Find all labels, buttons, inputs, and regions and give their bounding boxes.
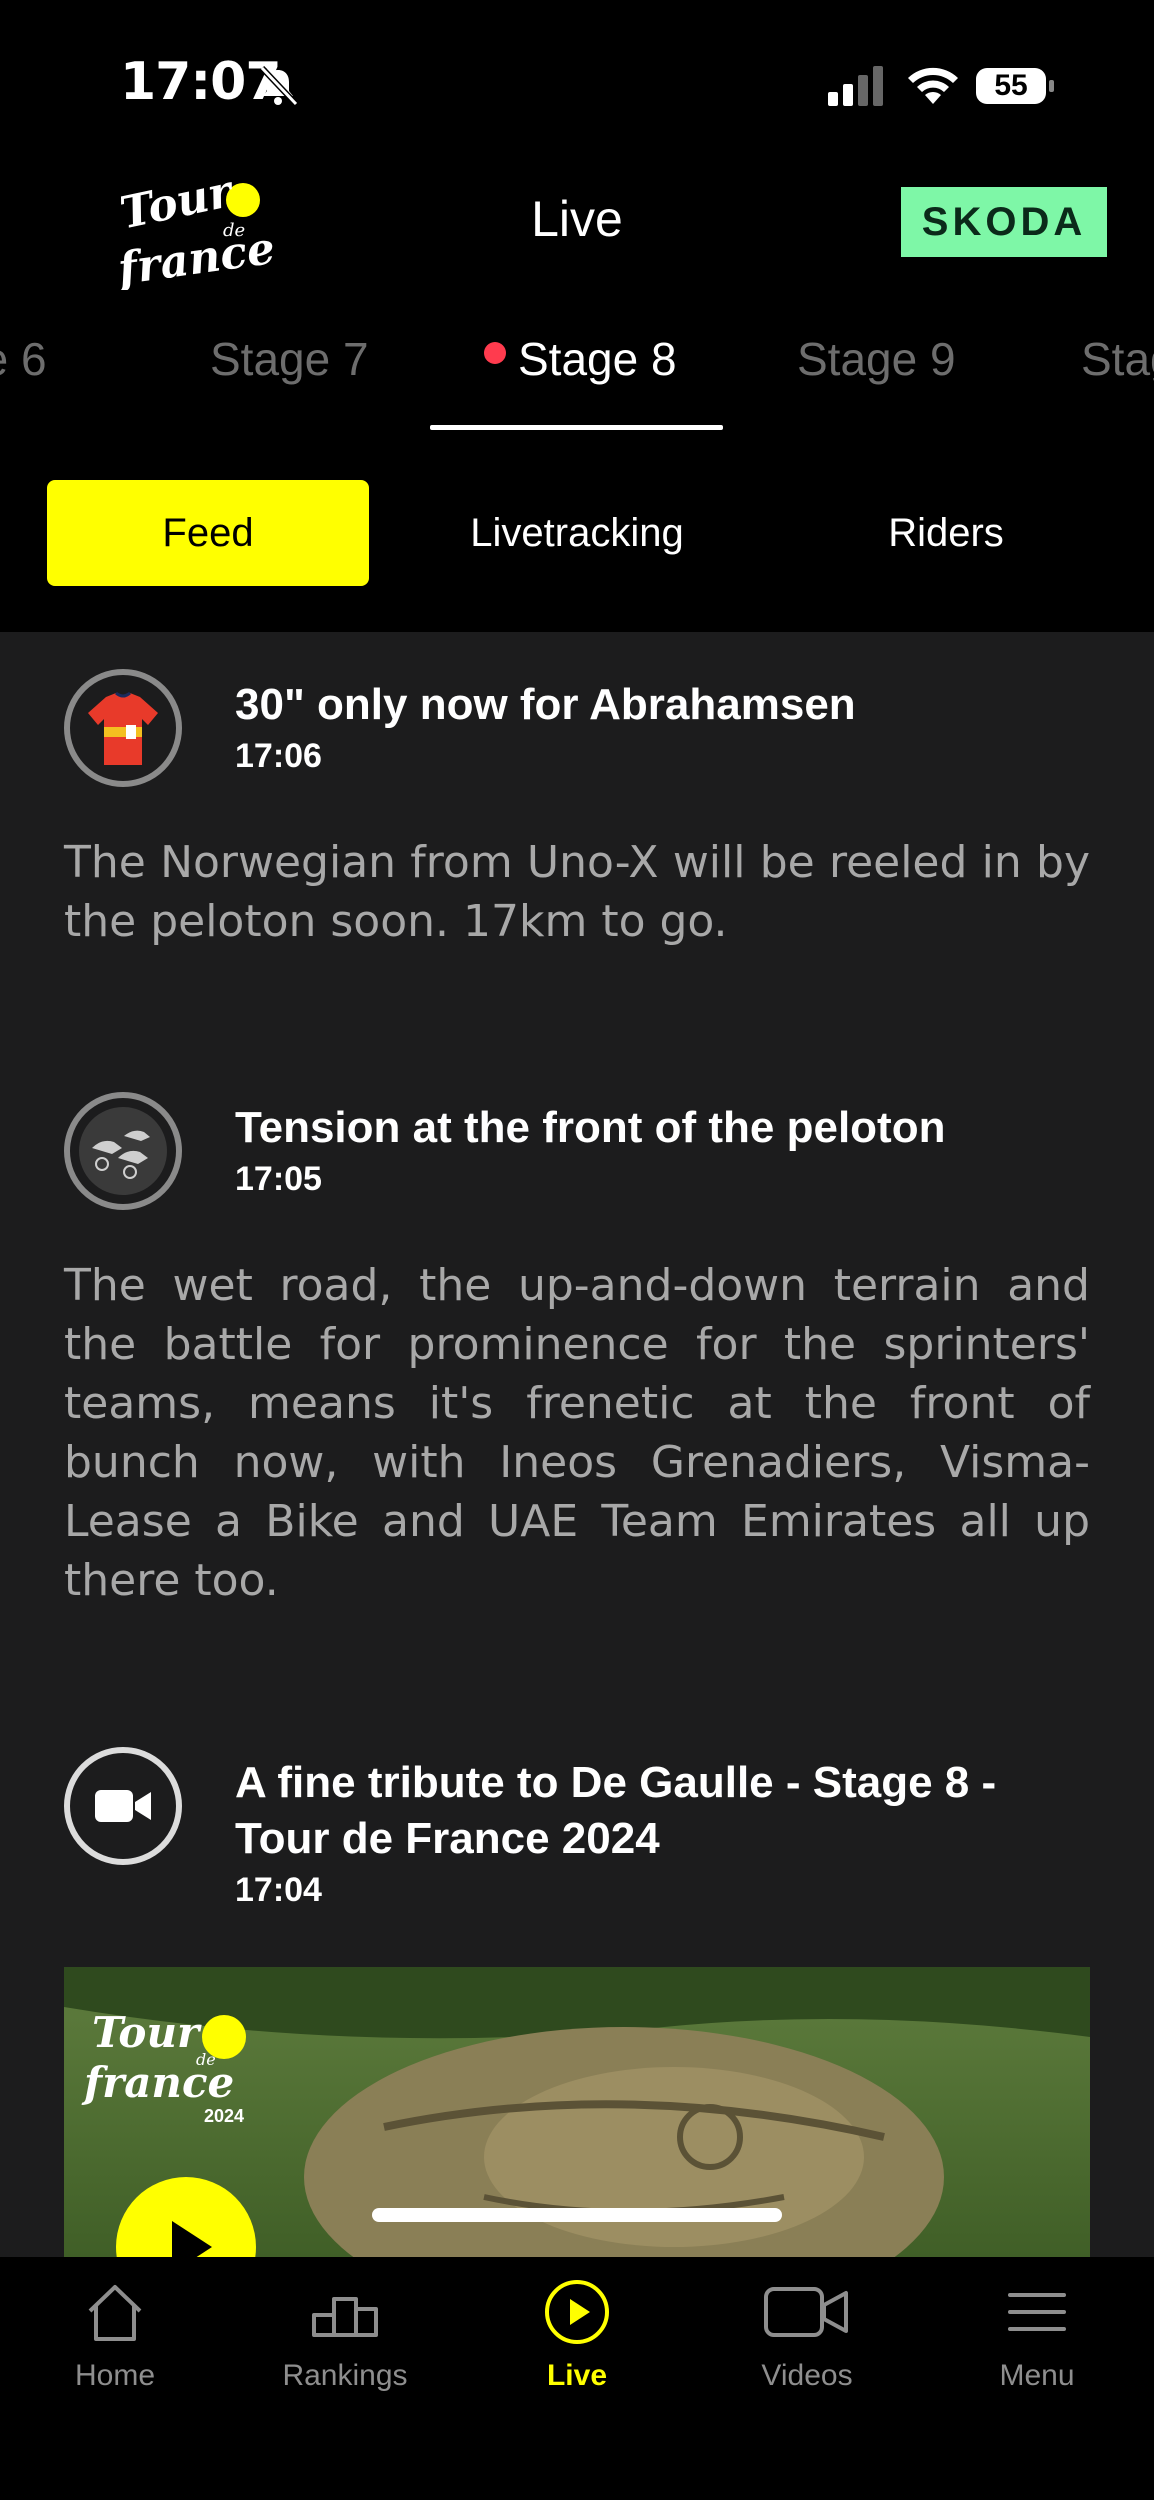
- battery-icon: 55: [974, 64, 1056, 108]
- bell-off-icon: [259, 65, 299, 107]
- post-title: Tension at the front of the peloton: [235, 1103, 946, 1152]
- svg-text:Tour: Tour: [92, 2008, 202, 2057]
- video-camera-icon: [764, 2287, 848, 2337]
- tab-label: Rankings: [282, 2359, 408, 2392]
- tab-label: Stage 10: [1081, 333, 1154, 385]
- svg-text:france: france: [81, 2058, 234, 2107]
- status-bar: 17:07 55: [0, 0, 1154, 150]
- wifi-icon: [908, 67, 958, 104]
- play-button[interactable]: [116, 2177, 256, 2257]
- tab-rankings[interactable]: Rankings: [230, 2277, 460, 2393]
- tab-label: Stage 9: [797, 333, 956, 385]
- battery-level: 55: [994, 69, 1028, 102]
- cellular-signal-icon: [828, 66, 883, 106]
- tab-home[interactable]: Home: [0, 2277, 230, 2393]
- sponsor-badge[interactable]: SKODA: [901, 187, 1107, 257]
- live-indicator-dot: [484, 341, 506, 364]
- home-icon: [88, 2285, 142, 2341]
- tab-riders[interactable]: Riders: [785, 480, 1107, 586]
- active-tab-underline: [430, 425, 723, 430]
- tab-feed[interactable]: Feed: [47, 480, 369, 586]
- tab-videos[interactable]: Videos: [692, 2277, 922, 2393]
- section-tabs: Feed Livetracking Riders: [0, 480, 1154, 590]
- hamburger-menu-icon: [1008, 2293, 1066, 2331]
- post-body: The wet road, the up-and-down terrain an…: [64, 1260, 1090, 1606]
- tab-label: Menu: [999, 2359, 1075, 2392]
- live-feed[interactable]: 30" only now for Abrahamsen 17:06 The No…: [0, 632, 1154, 2257]
- post-title: 30" only now for Abrahamsen: [235, 680, 856, 729]
- play-circle-icon: [545, 2280, 609, 2344]
- peloton-icon: [64, 1092, 182, 1210]
- video-camera-icon: [64, 1747, 182, 1865]
- tab-label: Stage 7: [210, 333, 369, 385]
- tab-live[interactable]: Live: [462, 2277, 692, 2393]
- tab-livetracking[interactable]: Livetracking: [416, 480, 738, 586]
- post-time: 17:04: [235, 1871, 322, 1909]
- post-time: 17:05: [235, 1160, 322, 1198]
- tab-stage-9[interactable]: Stage 9: [797, 332, 956, 386]
- post-title: A fine tribute to De Gaulle - Stage 8 - …: [235, 1758, 997, 1863]
- post-time: 17:06: [235, 737, 322, 775]
- tab-menu[interactable]: Menu: [922, 2277, 1152, 2393]
- tab-stage-10[interactable]: Stage 10: [1081, 332, 1154, 386]
- stage-tabs: Stage 6 Stage 7 Stage 8 Stage 9 Stage 10: [0, 310, 1154, 435]
- tab-label: Stage 6: [0, 333, 47, 385]
- tab-stage-7[interactable]: Stage 7: [210, 332, 369, 386]
- tab-label: Stage 8: [518, 333, 677, 385]
- podium-icon: [312, 2297, 378, 2337]
- bottom-tab-bar: Home Rankings Live Videos Menu: [0, 2257, 1154, 2500]
- tab-label: Home: [74, 2359, 156, 2392]
- tab-stage-8[interactable]: Stage 8: [484, 332, 677, 386]
- tab-label: Videos: [761, 2359, 853, 2392]
- play-icon: [172, 2221, 212, 2257]
- post-body: The Norwegian from Uno-X will be reeled …: [64, 837, 1090, 947]
- tab-label: Live: [546, 2359, 608, 2392]
- home-indicator[interactable]: [372, 2208, 782, 2222]
- thumbnail-year: 2024: [204, 2106, 244, 2126]
- jersey-icon: [64, 669, 182, 787]
- app-header: Tour de france Live SKODA: [0, 150, 1154, 300]
- tab-stage-6[interactable]: Stage 6: [0, 332, 47, 386]
